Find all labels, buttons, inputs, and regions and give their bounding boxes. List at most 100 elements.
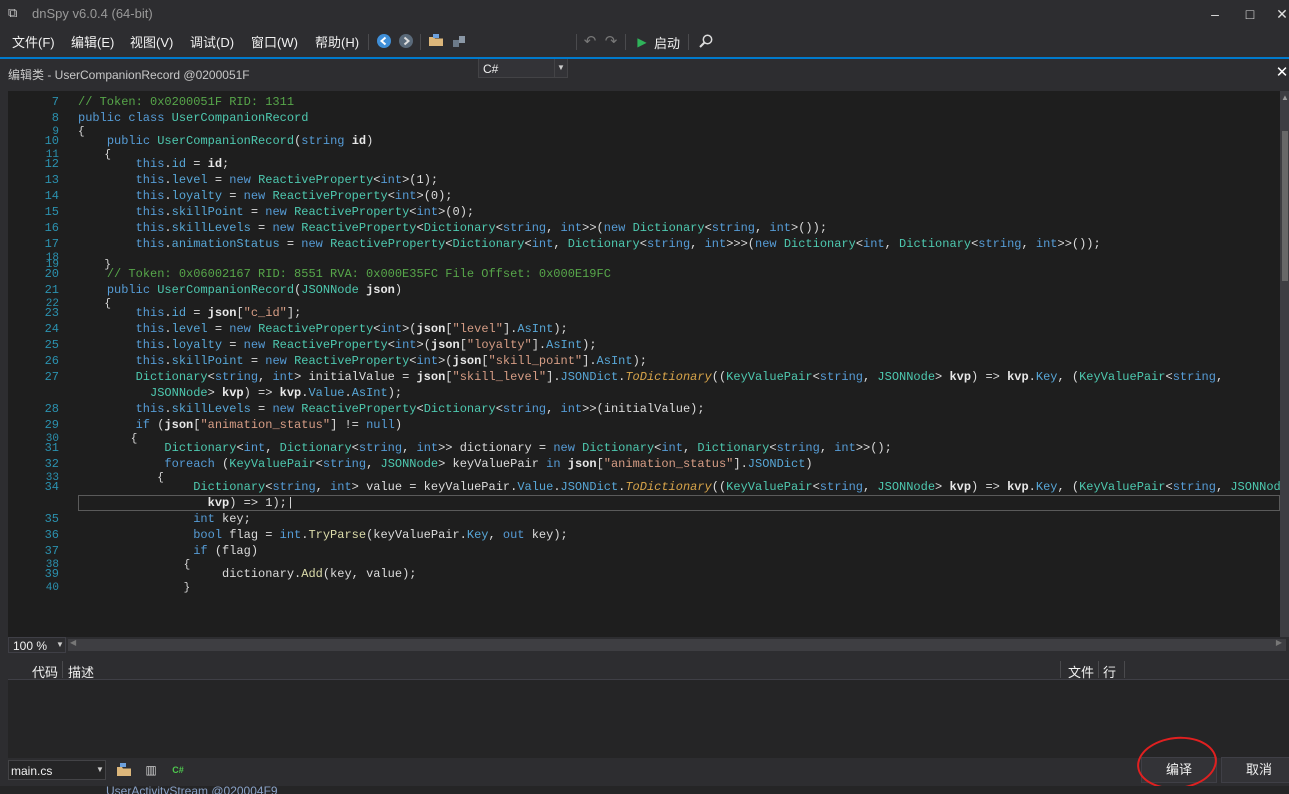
menu-file[interactable]: 文件(F) — [12, 32, 55, 51]
nav-forward-icon[interactable] — [397, 33, 415, 51]
code-line[interactable]: kvp) => 1);| — [8, 495, 1280, 511]
line-text: this.skillLevels = new ReactiveProperty<… — [135, 221, 828, 235]
scroll-right-icon[interactable]: ▶ — [1276, 638, 1282, 647]
code-line[interactable]: 25 this.loyalty = new ReactiveProperty<i… — [8, 337, 1280, 353]
menu-view[interactable]: 视图(V) — [130, 32, 173, 51]
code-line[interactable]: 24 this.level = new ReactiveProperty<int… — [8, 321, 1280, 337]
error-list-panel: 代码 描述 文件 行 — [8, 660, 1289, 758]
code-line[interactable]: 18 — [8, 252, 1280, 264]
code-line[interactable]: 15 this.skillPoint = new ReactivePropert… — [8, 204, 1280, 220]
code-line[interactable]: 31 Dictionary<int, Dictionary<string, in… — [8, 440, 1280, 456]
code-line[interactable]: 12 this.id = id; — [8, 156, 1280, 172]
scrollbar-thumb[interactable] — [1282, 131, 1288, 281]
csharp-icon[interactable]: C# — [170, 762, 186, 778]
background-tree-item: UserActivityStream @020004F9 — [106, 786, 278, 794]
code-line[interactable]: 8 public class UserCompanionRecord — [8, 110, 1280, 126]
menu-window[interactable]: 窗口(W) — [251, 32, 298, 51]
code-editor[interactable]: 7 // Token: 0x0200051F RID: 1311 8 public c… — [8, 91, 1289, 637]
line-number: 13 — [44, 173, 59, 187]
code-line[interactable]: 37 if (flag) — [8, 543, 1280, 559]
column-line[interactable]: 行 — [1103, 662, 1116, 681]
menu-bar: 文件(F) 编辑(E) 视图(V) 调试(D) 窗口(W) 帮助(H) C# ▼… — [0, 28, 1289, 78]
nav-back-icon[interactable] — [375, 33, 393, 51]
code-line[interactable]: 26 this.skillPoint = new ReactivePropert… — [8, 353, 1280, 369]
code-line[interactable]: 35 int key; — [8, 511, 1280, 527]
code-line[interactable]: 9{ — [8, 126, 1280, 138]
code-line[interactable]: 39 dictionary.Add(key, value); — [8, 566, 1280, 582]
chevron-down-icon[interactable]: ▼ — [95, 761, 105, 779]
line-number: 12 — [44, 157, 59, 171]
code-line[interactable]: 38 { — [8, 559, 1280, 571]
scroll-up-icon[interactable]: ▲ — [1281, 93, 1289, 102]
redo-icon[interactable]: ↷ — [602, 33, 620, 51]
code-line[interactable]: JSONNode> kvp) => kvp.Value.AsInt); — [8, 385, 1280, 401]
code-line[interactable]: 36 bool flag = int.TryParse(keyValuePair… — [8, 527, 1280, 543]
close-dialog-button[interactable]: ✕ — [1275, 65, 1289, 81]
line-text: this.skillPoint = new ReactiveProperty<i… — [135, 354, 647, 368]
code-line[interactable]: 14 this.loyalty = new ReactiveProperty<i… — [8, 188, 1280, 204]
line-number: 31 — [44, 441, 59, 455]
assembly-references-icon[interactable]: ▥ — [143, 762, 159, 778]
cancel-button[interactable]: 取消 — [1221, 757, 1289, 783]
line-number: 7 — [51, 95, 59, 109]
add-file-icon[interactable] — [116, 762, 132, 778]
maximize-button[interactable]: □ — [1236, 4, 1264, 24]
line-text: this.level = new ReactiveProperty<int>(j… — [135, 322, 568, 336]
column-file[interactable]: 文件 — [1068, 662, 1094, 681]
column-separator — [1098, 661, 1099, 678]
line-number: 17 — [44, 237, 59, 251]
code-line[interactable]: 40 } — [8, 582, 1280, 594]
vertical-scrollbar[interactable]: ▲ — [1280, 91, 1289, 637]
code-line[interactable]: 34 Dictionary<string, int> value = keyVa… — [8, 479, 1289, 495]
code-line[interactable]: 32 foreach (KeyValuePair<string, JSONNod… — [8, 456, 1280, 472]
close-window-button[interactable]: ✕ — [1268, 4, 1289, 24]
toolbar-separator — [368, 34, 369, 50]
line-text: Dictionary<string, int> value = keyValue… — [193, 480, 1289, 494]
scroll-left-icon[interactable]: ◀ — [70, 638, 76, 647]
window-title: dnSpy v6.0.4 (64-bit) — [32, 6, 153, 21]
column-description[interactable]: 描述 — [68, 662, 94, 681]
code-line[interactable]: 19 } — [8, 259, 1280, 271]
code-line[interactable]: 21 public UserCompanionRecord(JSONNode j… — [8, 282, 1280, 298]
code-line[interactable]: 7 // Token: 0x0200051F RID: 1311 — [8, 94, 1280, 110]
line-number: 35 — [44, 512, 59, 526]
code-line[interactable]: 27 Dictionary<string, int> initialValue … — [8, 369, 1280, 385]
line-text: public UserCompanionRecord(JSONNode json… — [106, 283, 403, 297]
menu-help[interactable]: 帮助(H) — [315, 32, 359, 51]
minimize-button[interactable]: – — [1201, 4, 1229, 24]
code-line[interactable]: 16 this.skillLevels = new ReactiveProper… — [8, 220, 1280, 236]
save-assemblies-icon[interactable] — [450, 33, 468, 51]
file-select[interactable]: main.cs ▼ — [8, 760, 106, 780]
column-code[interactable]: 代码 — [32, 662, 58, 681]
code-line[interactable]: 22 { — [8, 298, 1280, 310]
menu-edit[interactable]: 编辑(E) — [71, 32, 114, 51]
code-line[interactable]: 10 public UserCompanionRecord(string id) — [8, 133, 1280, 149]
file-value: main.cs — [11, 764, 53, 778]
background-tree-strip: UserActivityStream @020004F9 — [0, 786, 1289, 794]
code-line[interactable]: 17 this.animationStatus = new ReactivePr… — [8, 236, 1280, 252]
search-icon[interactable] — [697, 33, 715, 51]
code-line[interactable]: 33 { — [8, 472, 1280, 484]
zoom-value: 100 % — [13, 639, 48, 653]
window-restore-icon[interactable]: ⧉ — [8, 6, 22, 20]
play-icon[interactable]: ▶ — [633, 33, 651, 51]
code-line[interactable]: 28 this.skillLevels = new ReactiveProper… — [8, 401, 1280, 417]
code-line[interactable]: 11 { — [8, 149, 1280, 161]
code-line[interactable]: 29 if (json["animation_status"] != null) — [8, 417, 1280, 433]
menu-debug[interactable]: 调试(D) — [190, 32, 234, 51]
toolbar-separator — [625, 34, 626, 50]
line-number: 32 — [44, 457, 59, 471]
code-line[interactable]: 13 this.level = new ReactiveProperty<int… — [8, 172, 1280, 188]
line-text: // Token: 0x0200051F RID: 1311 — [78, 95, 295, 109]
code-line[interactable]: 20 // Token: 0x06002167 RID: 8551 RVA: 0… — [8, 266, 1280, 282]
start-button[interactable]: 启动 — [654, 33, 680, 52]
code-line[interactable]: 23 this.id = json["c_id"]; — [8, 305, 1280, 321]
undo-icon[interactable]: ↶ — [581, 33, 599, 51]
line-text: this.loyalty = new ReactiveProperty<int>… — [135, 338, 597, 352]
dialog-header: 编辑类 - UserCompanionRecord @0200051F ✕ — [0, 59, 1289, 87]
chevron-down-icon[interactable]: ▼ — [55, 638, 65, 652]
code-line[interactable]: 30 { — [8, 433, 1280, 445]
zoom-select[interactable]: 100 % ▼ — [8, 637, 66, 653]
open-folder-icon[interactable] — [427, 33, 445, 51]
horizontal-scrollbar[interactable]: ◀ ▶ — [68, 638, 1286, 651]
